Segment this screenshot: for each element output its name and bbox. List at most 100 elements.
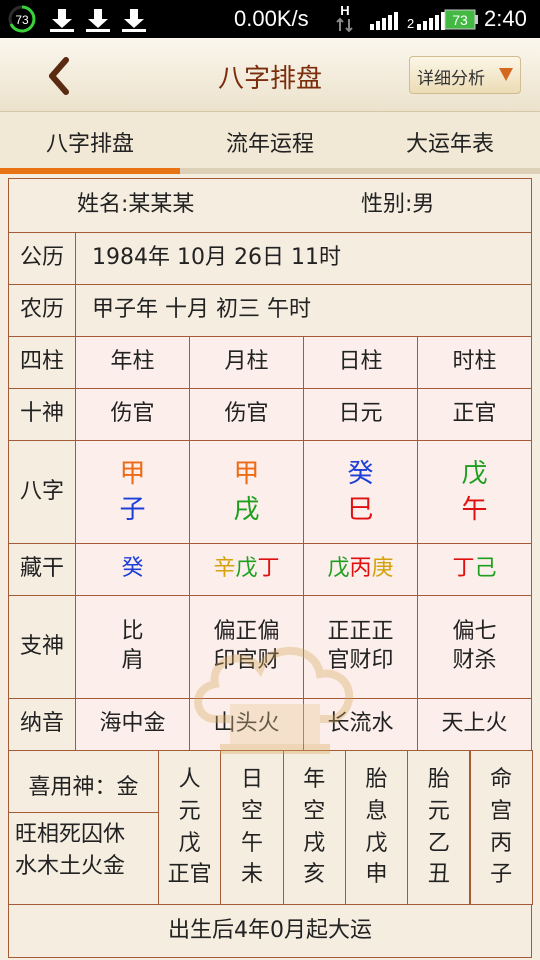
bottom-col-minggong: 命宫丙子 <box>469 750 533 905</box>
svg-text:H: H <box>340 3 349 18</box>
zhishen-label: 支神 <box>8 595 76 699</box>
bottom-col-niankong-l2: 空 <box>303 798 326 824</box>
stem-hour: 戊 <box>461 458 488 489</box>
nayin-month: 山头火 <box>189 698 304 751</box>
zhishen-day-line2: 官财印 <box>327 648 394 673</box>
pillars-label: 四柱 <box>8 336 76 389</box>
bottom-col-minggong-l3: 丙 <box>490 830 513 856</box>
canggan-char: 庚 <box>371 556 394 582</box>
detail-analysis-dropdown[interactable]: 详细分析 <box>409 56 521 94</box>
bazi-day: 癸 巳 <box>303 440 418 544</box>
person-info-row: 姓名:某某某 性别:男 <box>8 178 532 233</box>
bottom-col-niankong: 年空戌亥 <box>282 750 346 905</box>
nayin-day: 长流水 <box>303 698 418 751</box>
bottom-col-rikong: 日空午未 <box>220 750 284 905</box>
nayin-year: 海中金 <box>75 698 190 751</box>
tab-bar: 八字排盘 流年运程 大运年表 <box>0 112 540 174</box>
status-bar: 73 0.00K/s H 2 73 2:40 <box>0 0 540 38</box>
app-header: 八字排盘 详细分析 <box>0 38 540 112</box>
shishen-hour: 正官 <box>417 388 532 441</box>
solar-label: 公历 <box>8 232 76 285</box>
branch-year: 子 <box>119 495 146 525</box>
canggan-char: 丙 <box>349 556 372 582</box>
tab-dayun-nianbiao[interactable]: 大运年表 <box>360 112 540 174</box>
wangxiang-elements: 水木土火金 <box>15 853 126 879</box>
pillar-header-year: 年柱 <box>75 336 190 389</box>
lunar-date: 甲子年 十月 初三 午时 <box>75 284 532 337</box>
signal-icon <box>370 12 398 30</box>
svg-text:2: 2 <box>407 16 414 30</box>
notification-count-icon: 73 <box>8 5 36 33</box>
bottom-col-renyuan: 人元戊正官 <box>158 750 222 905</box>
signal-sim2-icon: 2 <box>407 12 445 30</box>
lunar-label: 农历 <box>8 284 76 337</box>
zhishen-hour-line2: 财杀 <box>452 648 497 673</box>
tab-bazi-paipan[interactable]: 八字排盘 <box>0 112 180 174</box>
download-icon <box>122 9 146 32</box>
stem-month: 甲 <box>233 458 260 489</box>
pillar-header-hour: 时柱 <box>417 336 532 389</box>
bottom-col-renyuan-l2: 元 <box>178 798 201 824</box>
bottom-col-rikong-l1: 日 <box>240 766 263 792</box>
wangxiang-states: 旺相死囚休 <box>15 822 126 847</box>
pillar-header-day: 日柱 <box>303 336 418 389</box>
zhishen-year: 比 肩 <box>75 595 190 699</box>
zhishen-day-line1: 正正正 <box>327 619 394 645</box>
tab-liunian-yuncheng[interactable]: 流年运程 <box>180 112 360 174</box>
bottom-col-minggong-l2: 宫 <box>490 798 513 824</box>
bottom-col-taiyuan-l4: 丑 <box>427 862 450 888</box>
zhishen-hour-line1: 偏七 <box>452 619 497 645</box>
dropdown-arrow-icon <box>499 68 513 81</box>
canggan-char: 癸 <box>121 556 144 582</box>
bottom-col-renyuan-l4: 正官 <box>167 862 212 888</box>
bazi-chart: 姓名:某某某 性别:男 公历 1984年 10月 26日 11时 农历 甲子年 … <box>0 174 540 960</box>
bazi-year: 甲 子 <box>75 440 190 544</box>
bottom-col-niankong-l4: 亥 <box>303 862 326 888</box>
canggan-year: 癸 <box>75 543 190 596</box>
zhishen-hour: 偏七 财杀 <box>417 595 532 699</box>
bottom-col-renyuan-l1: 人 <box>178 766 201 792</box>
branch-hour: 午 <box>461 495 488 525</box>
bottom-col-taixi-l1: 胎 <box>365 766 388 792</box>
shishen-label: 十神 <box>8 388 76 441</box>
canggan-char: 丁 <box>452 556 475 582</box>
bottom-col-taiyuan-l2: 元 <box>427 798 450 824</box>
nayin-hour: 天上火 <box>417 698 532 751</box>
download-icon <box>50 9 74 32</box>
bottom-col-taixi-l2: 息 <box>365 798 388 824</box>
canggan-month: 辛戊丁 <box>189 543 304 596</box>
shishen-day: 日元 <box>303 388 418 441</box>
bazi-hour: 戊 午 <box>417 440 532 544</box>
bottom-col-minggong-l1: 命 <box>490 766 513 792</box>
nayin-label: 纳音 <box>8 698 76 751</box>
canggan-label: 藏干 <box>8 543 76 596</box>
network-speed: 0.00K/s <box>234 6 309 31</box>
person-gender: 性别:男 <box>361 192 435 218</box>
stem-day: 癸 <box>347 458 374 489</box>
xiyongshen: 喜用神：金 <box>8 750 159 813</box>
battery-icon: 73 <box>444 9 478 30</box>
bottom-col-rikong-l4: 未 <box>240 862 263 888</box>
canggan-char: 己 <box>474 556 497 582</box>
canggan-char: 丁 <box>257 556 280 582</box>
clock: 2:40 <box>484 6 527 31</box>
pillar-header-month: 月柱 <box>189 336 304 389</box>
bottom-col-niankong-l1: 年 <box>303 766 326 792</box>
bottom-col-taiyuan: 胎元乙丑 <box>407 750 471 905</box>
zhishen-month-line1: 偏正偏 <box>213 619 280 645</box>
zhishen-month-line2: 印官财 <box>213 648 280 673</box>
canggan-char: 戊 <box>327 556 350 582</box>
bottom-col-taixi-l3: 戊 <box>365 830 388 856</box>
bazi-month: 甲 戌 <box>189 440 304 544</box>
solar-date: 1984年 10月 26日 11时 <box>75 232 532 285</box>
bottom-col-rikong-l2: 空 <box>240 798 263 824</box>
bottom-col-niankong-l3: 戌 <box>303 830 326 856</box>
bottom-col-taixi-l4: 申 <box>365 862 388 888</box>
bottom-col-taiyuan-l3: 乙 <box>427 830 450 856</box>
canggan-hour: 丁己 <box>417 543 532 596</box>
bottom-col-renyuan-l3: 戊 <box>178 830 201 856</box>
zhishen-year-line2: 肩 <box>121 648 144 673</box>
wangxiang-table: 旺相死囚休 水木土火金 <box>8 812 159 905</box>
hspa-data-icon: H <box>336 3 353 33</box>
bottom-col-taixi: 胎息戊申 <box>344 750 409 905</box>
